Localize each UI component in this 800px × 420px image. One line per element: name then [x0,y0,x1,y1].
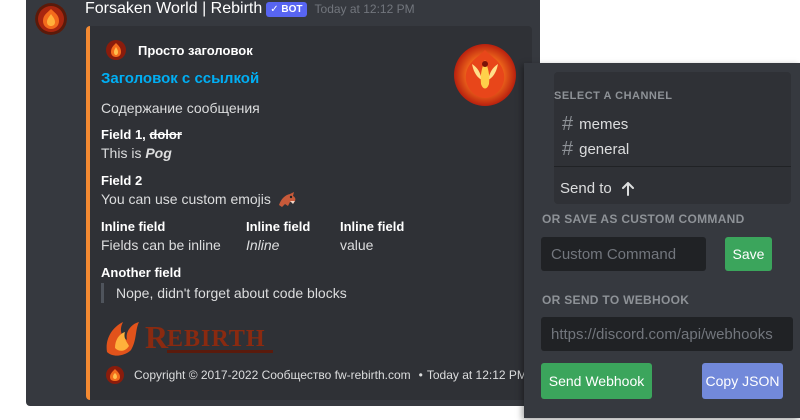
webhook-url-input[interactable] [541,317,793,351]
field-name-strike: dolor [149,127,182,142]
phoenix-thumbnail-icon [454,44,516,106]
embed-field-2: Field 2 You can use custom emojis [101,172,297,209]
field-name: Inline field [246,219,311,234]
author-name[interactable]: Forsaken World | Rebirth [85,0,262,18]
webhook-label: OR SEND TO WEBHOOK [542,293,690,307]
select-channel-header: SELECT A CHANNEL [554,90,673,102]
field-name: Field 2 [101,173,143,188]
field-value-text: This is [101,145,146,161]
embed-footer: Copyright © 2017-2022 Сообщество fw-rebi… [106,366,527,384]
channel-name: general [579,140,630,158]
phoenix-footer-icon [106,366,124,384]
hash-icon: # [562,113,574,135]
embed: Просто заголовок Заголовок с ссылкой Сод… [86,26,532,400]
dragon-emoji-icon [278,192,296,208]
inline-field-3: Inline field value [340,218,404,255]
embed-author: Просто заголовок [106,40,253,60]
field-name: Inline field [101,219,166,234]
rebirth-logo-image: R EBIRTH [106,319,273,356]
bot-tag: ✓ BOT [266,1,307,17]
field-value: You can use custom emojis [101,189,297,209]
custom-command-label: OR SAVE AS CUSTOM COMMAND [542,212,745,226]
channel-item-memes[interactable]: # memes [562,114,628,134]
divider [554,166,791,167]
custom-command-input[interactable] [541,237,706,271]
footer-text: Copyright © 2017-2022 Сообщество fw-rebi… [134,368,411,382]
field-value-text: You can use custom emojis [101,191,271,207]
arrow-up-icon [621,181,634,196]
field-value: Fields can be inline [101,237,221,253]
field-value-italic: Pog [145,145,172,161]
send-to-button[interactable]: Send to [560,180,634,197]
message-timestamp: Today at 12:12 PM [314,2,415,16]
embed-author-name: Просто заголовок [138,42,253,58]
embed-description: Содержание сообщения [101,100,260,116]
embed-field-1: Field 1, dolor This is Pog [101,126,182,163]
field-value: value [340,237,374,253]
channel-name: memes [579,115,629,133]
field-name: Another field [101,265,182,280]
inline-field-1: Inline field Fields can be inline [101,218,221,255]
embed-field-another: Another field Nope, didn't forget about … [101,264,347,303]
send-webhook-button[interactable]: Send Webhook [541,363,652,399]
embed-title-link[interactable]: Заголовок с ссылкой [101,70,259,87]
footer-timestamp: Today at 12:12 PM [426,368,527,382]
hash-icon: # [562,138,574,160]
inline-field-2: Inline field Inline [246,218,310,255]
field-value: This is Pog [101,143,182,163]
field-name: Field 1, dolor [101,126,182,143]
field-name-text: Field 1, [101,127,150,142]
channel-item-general[interactable]: # general [562,139,629,159]
svg-text:EBIRTH: EBIRTH [167,326,266,352]
send-panel: SELECT A CHANNEL # memes # general Send … [524,63,800,418]
field-name: Inline field [340,219,405,234]
code-block: Nope, didn't forget about code blocks [101,283,347,303]
copy-json-button[interactable]: Copy JSON [702,363,783,399]
message-header: Forsaken World | Rebirth ✓ BOT Today at … [85,0,415,18]
field-value: Inline [246,237,280,253]
svg-text:R: R [145,319,169,355]
channel-dropdown: SELECT A CHANNEL # memes # general Send … [554,72,791,204]
phoenix-author-icon [106,40,126,60]
send-to-label: Send to [560,180,612,197]
save-button[interactable]: Save [725,237,772,271]
phoenix-avatar-icon[interactable] [35,3,67,35]
footer-separator: • [418,368,423,382]
